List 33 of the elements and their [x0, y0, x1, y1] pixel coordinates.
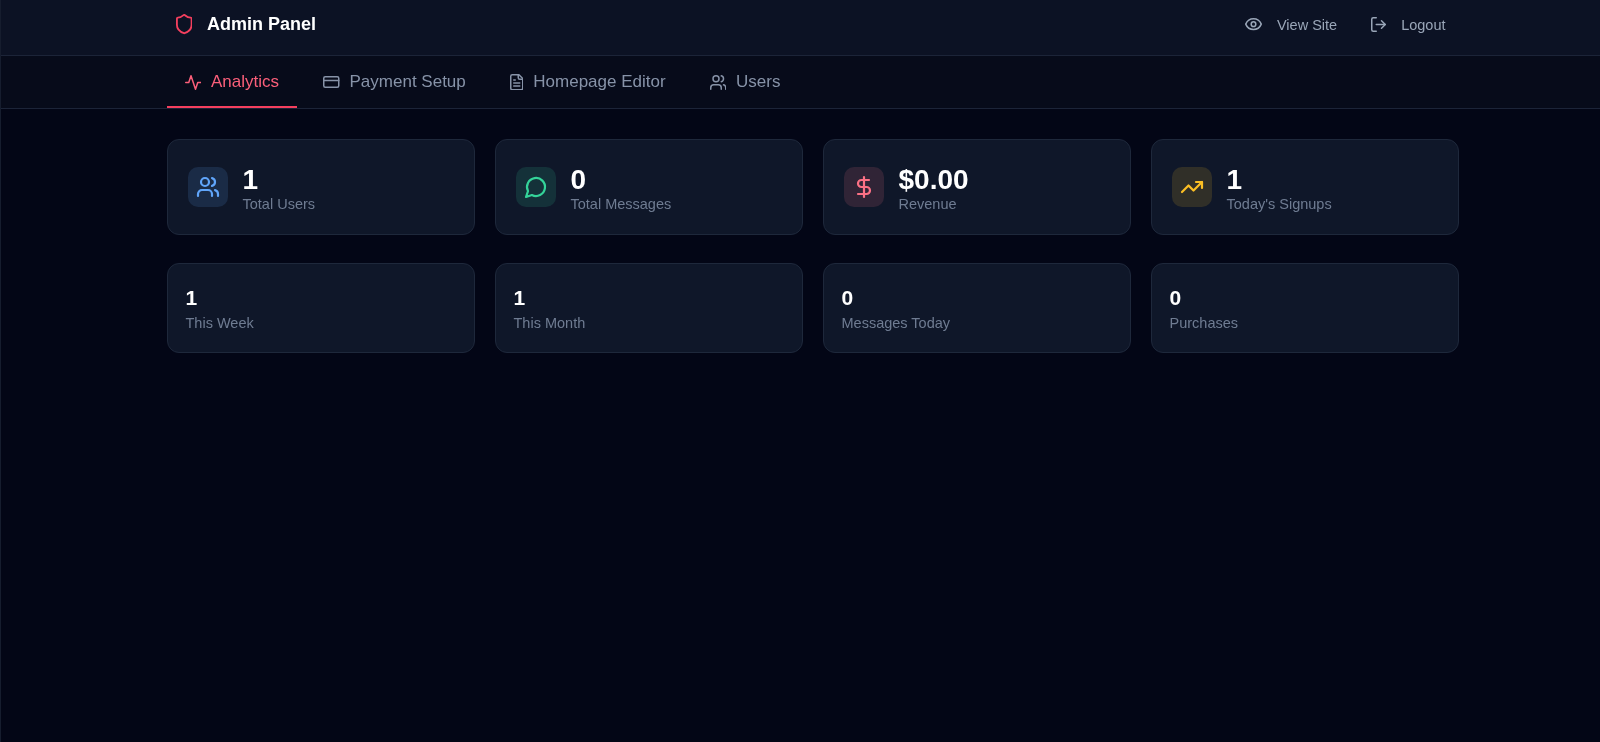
pulse-icon [184, 74, 201, 90]
nav-tab[interactable]: Analytics [166, 56, 298, 108]
document-icon [509, 73, 524, 91]
shield-icon [175, 14, 192, 35]
stat-value: 1 [242, 164, 260, 195]
stat-value: 1 [185, 285, 199, 311]
stat-label: Purchases [1169, 314, 1239, 333]
dollar-icon [843, 167, 884, 207]
stat-value: 0 [570, 164, 588, 195]
stat-label: Today's Signups [1226, 195, 1332, 214]
stat-label: Total Messages [570, 195, 672, 214]
stat-value: 1 [1226, 164, 1244, 195]
users-icon [187, 167, 228, 207]
stat-label: This Month [513, 314, 587, 333]
stat-value: 0 [1169, 285, 1183, 311]
stat-label: Messages Today [841, 314, 952, 333]
nav-tab[interactable]: Payment Setup [305, 56, 484, 108]
credit-card-icon [323, 76, 340, 88]
view-site-link[interactable]: View Site [1231, 8, 1351, 41]
nav-tab[interactable]: Users [691, 56, 799, 108]
stat-value: 1 [513, 285, 527, 311]
speech-bubble-icon [515, 167, 556, 207]
app-title: Admin Panel [207, 14, 317, 35]
stat-value: 0 [841, 285, 855, 311]
trend-up-icon [1171, 167, 1212, 207]
stat-label: Total Users [242, 195, 316, 214]
nav-tab[interactable]: Homepage Editor [491, 56, 684, 108]
stat-value: $0.00 [898, 164, 969, 195]
stat-label: Revenue [898, 195, 958, 214]
users-icon [709, 74, 727, 90]
eye-icon [1244, 18, 1262, 31]
stat-label: This Week [185, 314, 255, 333]
logout-button[interactable]: Logout [1358, 8, 1459, 41]
